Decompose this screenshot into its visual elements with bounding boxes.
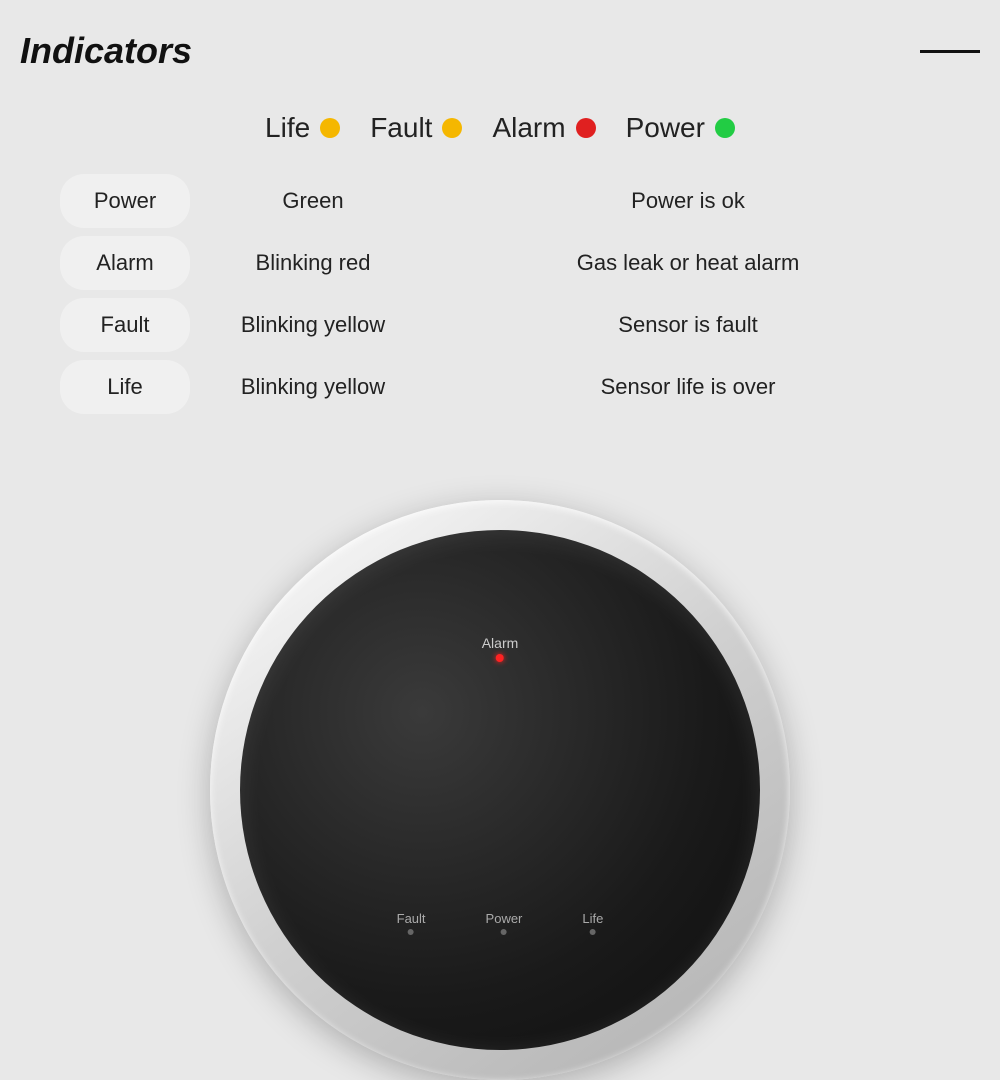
legend-item-fault: Fault: [370, 112, 462, 144]
cell-row3-col2: Blinking yellow: [198, 298, 428, 352]
fault-indicator-dot: [408, 929, 414, 935]
cell-row4-col1: Life: [60, 360, 190, 414]
legend-label-power: Power: [626, 112, 705, 144]
header-line: [920, 50, 980, 53]
device-bottom-labels: Fault Power Life: [397, 911, 604, 935]
table-row: Alarm Blinking red Gas leak or heat alar…: [60, 236, 940, 290]
cell-row1-col3: Power is ok: [436, 174, 940, 228]
table-row: Fault Blinking yellow Sensor is fault: [60, 298, 940, 352]
legend-item-alarm: Alarm: [492, 112, 595, 144]
cell-row2-col2: Blinking red: [198, 236, 428, 290]
cell-row3-col1: Fault: [60, 298, 190, 352]
page-container: Indicators Life Fault Alarm Power Power …: [0, 0, 1000, 1000]
legend-label-life: Life: [265, 112, 310, 144]
legend-label-alarm: Alarm: [492, 112, 565, 144]
dot-life: [320, 118, 340, 138]
power-indicator-dot: [501, 929, 507, 935]
legend-item-power: Power: [626, 112, 735, 144]
dot-power: [715, 118, 735, 138]
device-inner-face: Alarm Fault Power Life: [240, 530, 760, 1050]
cell-row3-col3: Sensor is fault: [436, 298, 940, 352]
cell-row4-col3: Sensor life is over: [436, 360, 940, 414]
legend-row: Life Fault Alarm Power: [0, 112, 1000, 144]
device-outer-ring: Alarm Fault Power Life: [210, 500, 790, 1080]
life-indicator-dot: [590, 929, 596, 935]
cell-row2-col1: Alarm: [60, 236, 190, 290]
table-row: Power Green Power is ok: [60, 174, 940, 228]
alarm-indicator-dot: [496, 654, 504, 662]
dot-fault: [442, 118, 462, 138]
page-title: Indicators: [20, 30, 192, 72]
legend-label-fault: Fault: [370, 112, 432, 144]
cell-row1-col2: Green: [198, 174, 428, 228]
dot-alarm: [576, 118, 596, 138]
device-fault-label: Fault: [397, 911, 426, 935]
device-alarm-label: Alarm: [482, 635, 519, 662]
cell-row4-col2: Blinking yellow: [198, 360, 428, 414]
table-row: Life Blinking yellow Sensor life is over: [60, 360, 940, 414]
header: Indicators: [0, 0, 1000, 82]
device-area: Alarm Fault Power Life: [180, 620, 820, 1000]
device-power-label: Power: [486, 911, 523, 935]
cell-row1-col1: Power: [60, 174, 190, 228]
legend-item-life: Life: [265, 112, 340, 144]
device-life-label: Life: [582, 911, 603, 935]
indicator-table: Power Green Power is ok Alarm Blinking r…: [60, 174, 940, 422]
cell-row2-col3: Gas leak or heat alarm: [436, 236, 940, 290]
